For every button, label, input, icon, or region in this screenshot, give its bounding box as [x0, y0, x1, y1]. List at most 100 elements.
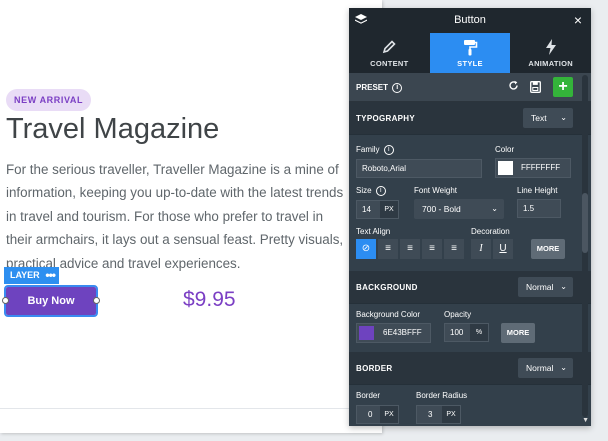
chevron-down-icon: ⌄: [491, 204, 498, 213]
typography-mode-select[interactable]: Text ⌄: [523, 108, 573, 128]
panel-title: Button: [454, 14, 486, 26]
tab-animation[interactable]: ANIMATION: [510, 33, 591, 73]
decoration-label: Decoration: [471, 227, 510, 236]
chevron-down-icon: ⌄: [560, 282, 567, 291]
opacity-value: 100: [450, 328, 464, 337]
size-label-text: Size: [356, 186, 372, 196]
tab-style-label: STYLE: [457, 59, 483, 68]
border-radius-field[interactable]: 3 PX: [416, 405, 461, 424]
text-color-field[interactable]: FFFFFFFF: [495, 158, 571, 178]
panel-header[interactable]: Button ×: [349, 8, 591, 33]
opacity-field[interactable]: 100 %: [444, 323, 489, 342]
font-weight-label: Font Weight: [414, 186, 457, 195]
border-label: BORDER: [356, 364, 393, 373]
background-color-field[interactable]: 6E43BFFF: [356, 323, 431, 343]
background-label: BACKGROUND: [356, 283, 418, 292]
tab-content[interactable]: CONTENT: [349, 33, 430, 73]
canvas-footer-strip: [0, 408, 382, 433]
price-text: $9.95: [183, 288, 236, 311]
tab-style[interactable]: STYLE: [429, 33, 511, 73]
border-mode-value: Normal: [526, 363, 554, 373]
tab-content-label: CONTENT: [370, 59, 409, 68]
preset-row: PRESET i +: [349, 73, 591, 102]
background-more-button[interactable]: MORE: [501, 323, 535, 343]
preset-label: PRESET i: [356, 83, 403, 93]
background-color-value: 6E43BFFF: [383, 328, 422, 337]
tab-animation-label: ANIMATION: [528, 59, 573, 68]
description-text: For the serious traveller, Traveller Mag…: [6, 162, 344, 271]
border-width-field[interactable]: 0 PX: [356, 405, 399, 424]
preset-label-text: PRESET: [356, 83, 389, 93]
panel-scrollbar[interactable]: [582, 75, 588, 417]
chevron-down-icon: ⌄: [560, 113, 567, 122]
font-size-value: 14: [362, 205, 371, 214]
bolt-icon: [510, 39, 591, 57]
typography-label: TYPOGRAPHY: [356, 114, 416, 123]
info-icon[interactable]: i: [383, 145, 394, 155]
family-label-text: Family: [356, 145, 380, 155]
border-section-header[interactable]: BORDER Normal ⌄: [349, 352, 591, 385]
font-weight-select[interactable]: 700 - Bold ⌄: [414, 199, 504, 219]
reload-icon[interactable]: [508, 80, 519, 94]
align-none-icon[interactable]: ⊘: [356, 239, 376, 259]
align-justify-icon[interactable]: ≡: [444, 239, 464, 259]
chevron-down-icon: ⌄: [560, 363, 567, 372]
layer-tag-label: LAYER: [10, 270, 40, 280]
style-panel: Button × CONTENT STYLE ANIMATION PRESET …: [349, 8, 591, 426]
buy-now-button[interactable]: Buy Now: [4, 285, 98, 317]
typography-mode-value: Text: [531, 113, 547, 123]
resize-handle-right[interactable]: [93, 297, 100, 304]
info-icon[interactable]: i: [392, 83, 403, 93]
text-align-label: Text Align: [356, 227, 391, 236]
opacity-label: Opacity: [444, 310, 472, 319]
decoration-group: I U: [471, 239, 515, 259]
background-section-body: Background Color 6E43BFFF Opacity 100 % …: [349, 304, 591, 352]
color-label: Color: [495, 145, 515, 154]
font-weight-value: 700 - Bold: [422, 204, 461, 214]
italic-icon[interactable]: I: [471, 239, 491, 259]
border-radius-label: Border Radius: [416, 391, 468, 400]
info-icon[interactable]: i: [375, 186, 386, 196]
font-size-field[interactable]: 14 PX: [356, 200, 399, 219]
border-section-body: Border 0 PX Border Radius 3 PX: [349, 385, 591, 426]
background-color-swatch[interactable]: [359, 326, 374, 340]
page-canvas: NEW ARRIVAL Travel Magazine For the seri…: [0, 0, 382, 433]
typography-more-button[interactable]: MORE: [531, 239, 565, 259]
align-right-icon[interactable]: ≡: [422, 239, 442, 259]
background-mode-value: Normal: [526, 282, 554, 292]
font-size-unit[interactable]: PX: [380, 201, 398, 218]
new-arrival-badge: NEW ARRIVAL: [6, 89, 92, 111]
layer-tag[interactable]: LAYER •••: [4, 267, 59, 284]
border-width-unit[interactable]: PX: [380, 406, 398, 423]
more-dots-icon[interactable]: •••: [45, 267, 56, 284]
border-radius-value: 3: [428, 410, 433, 419]
border-width-value: 0: [368, 410, 373, 419]
scrollbar-thumb[interactable]: [582, 193, 588, 253]
close-icon[interactable]: ×: [574, 12, 582, 28]
add-preset-button[interactable]: +: [553, 77, 573, 97]
resize-handle-left[interactable]: [2, 297, 9, 304]
pencil-icon: [349, 39, 430, 57]
background-mode-select[interactable]: Normal ⌄: [518, 277, 573, 297]
line-height-field[interactable]: 1.5: [517, 199, 561, 218]
align-left-icon[interactable]: ≡: [378, 239, 398, 259]
align-center-icon[interactable]: ≡: [400, 239, 420, 259]
background-section-header[interactable]: BACKGROUND Normal ⌄: [349, 271, 591, 304]
border-radius-unit[interactable]: PX: [442, 406, 460, 423]
font-family-field[interactable]: Roboto,Arial: [356, 159, 482, 178]
text-color-swatch[interactable]: [498, 161, 513, 175]
family-label: Family i: [356, 145, 394, 155]
scroll-down-icon[interactable]: ▼: [582, 417, 589, 424]
typography-section-header[interactable]: TYPOGRAPHY Text ⌄: [349, 102, 591, 135]
save-icon[interactable]: [530, 80, 541, 93]
border-width-label: Border: [356, 391, 381, 400]
text-color-value: FFFFFFFF: [521, 163, 561, 172]
paint-roller-icon: [430, 39, 511, 57]
underline-icon[interactable]: U: [493, 239, 513, 259]
border-mode-select[interactable]: Normal ⌄: [518, 358, 573, 378]
background-color-label: Background Color: [356, 310, 421, 319]
line-height-label: Line Height: [517, 186, 558, 195]
text-align-group: ⊘ ≡ ≡ ≡ ≡: [356, 239, 466, 259]
size-label: Size i: [356, 186, 386, 196]
page-title: Travel Magazine: [6, 113, 220, 145]
